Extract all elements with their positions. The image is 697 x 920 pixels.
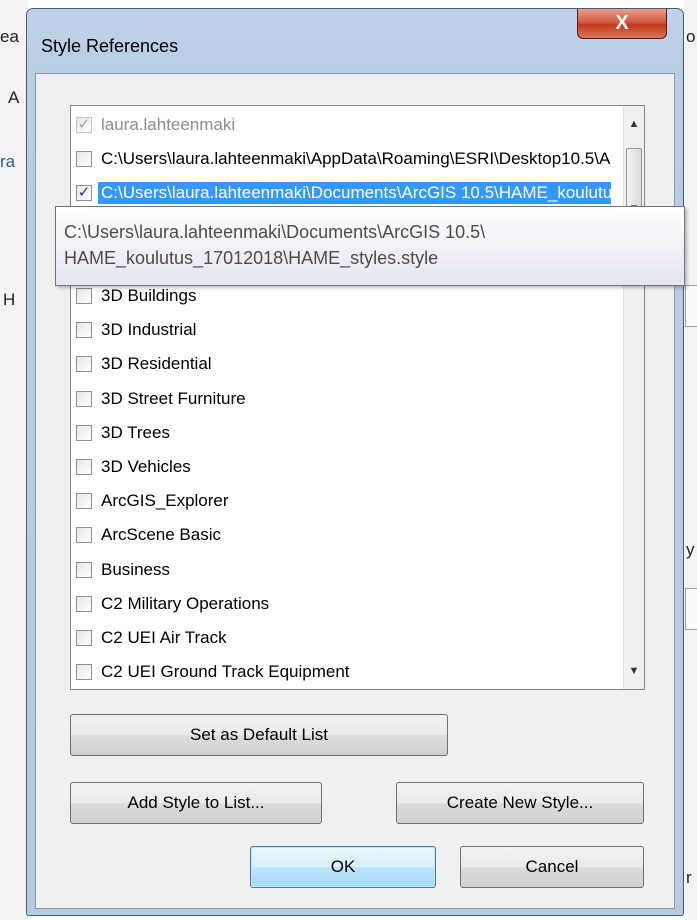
dialog-content: ▲ ▼ ✓ laura.lahteenmaki C:\Users\laura.lah… — [35, 73, 675, 909]
checkbox[interactable] — [76, 288, 92, 304]
tooltip-line: HAME_koulutus_17012018\HAME_styles.style — [64, 248, 439, 268]
checkbox[interactable] — [76, 493, 92, 510]
list-scrollbar[interactable]: ▲ ▼ — [623, 106, 644, 689]
checkbox[interactable] — [76, 561, 92, 578]
list-item-label: C2 UEI Ground Track Equipment — [101, 662, 350, 682]
background-app-left — [0, 0, 28, 920]
checkbox[interactable] — [76, 151, 92, 168]
list-item[interactable]: 3D Industrial — [71, 313, 611, 347]
checkbox[interactable] — [76, 459, 92, 475]
checkbox[interactable] — [76, 527, 92, 544]
checked-checkbox: ✓ — [76, 116, 92, 133]
background-app-right — [684, 0, 697, 920]
list-item-label: C2 UEI Air Track — [101, 628, 227, 647]
background-text-fragment: H — [3, 290, 16, 309]
close-icon: X — [615, 12, 629, 34]
checkbox[interactable] — [76, 322, 92, 339]
style-references-dialog: Style References X ▲ ▼ ✓ laura.lahteenmak… — [26, 8, 684, 916]
list-item-label: C2 Military Operations — [101, 593, 270, 613]
background-field — [685, 285, 697, 327]
list-item[interactable]: ArcScene Basic — [71, 518, 611, 552]
scroll-up-icon[interactable]: ▲ — [624, 114, 644, 134]
background-text-fragment: ea — [0, 27, 19, 46]
background-text-fragment: A — [8, 88, 20, 107]
checkbox[interactable] — [76, 595, 92, 612]
list-item[interactable]: Business — [71, 553, 611, 587]
list-item[interactable]: ArcGIS_Explorer — [71, 484, 611, 518]
background-text-fragment: ra — [0, 152, 16, 171]
checkbox[interactable] — [76, 390, 92, 407]
create-new-style-button[interactable]: Create New Style... — [396, 782, 644, 824]
background-field — [685, 588, 697, 630]
add-style-button[interactable]: Add Style to List... — [70, 782, 322, 824]
close-button[interactable]: X — [577, 9, 667, 39]
checkbox[interactable] — [76, 424, 92, 441]
checkbox[interactable] — [76, 664, 92, 681]
cancel-button[interactable]: Cancel — [460, 846, 644, 888]
list-item-label: 3D Industrial — [101, 320, 197, 340]
list-item[interactable]: 3D Vehicles — [71, 450, 611, 484]
list-item[interactable]: ✓ laura.lahteenmaki — [71, 108, 611, 142]
list-item[interactable]: C:\Users\laura.lahteenmaki\AppData\Roami… — [71, 142, 611, 176]
tooltip-line: C:\Users\laura.lahteenmaki\Documents\Arc… — [64, 222, 486, 242]
list-item-label: 3D Residential — [101, 354, 212, 374]
list-item-label: Business — [101, 559, 170, 579]
list-item[interactable]: 3D Residential — [71, 347, 611, 381]
list-item-label: C:\Users\laura.lahteenmaki\AppData\Roami… — [101, 149, 611, 169]
checkbox[interactable] — [76, 630, 92, 646]
list-item[interactable]: 3D Street Furniture — [71, 382, 611, 416]
ok-button[interactable]: OK — [250, 846, 436, 888]
list-item[interactable]: C2 UEI Ground Track Equipment — [71, 655, 611, 689]
list-item-label: 3D Street Furniture — [101, 388, 246, 408]
dialog-title: Style References — [41, 36, 179, 56]
scroll-down-icon[interactable]: ▼ — [624, 661, 644, 681]
list-item-label: ArcScene Basic — [101, 525, 221, 545]
list-item-label: laura.lahteenmaki — [101, 115, 236, 134]
path-tooltip: C:\Users\laura.lahteenmaki\Documents\Arc… — [55, 206, 685, 286]
list-item-label: 3D Vehicles — [101, 457, 191, 476]
list-item-label: 3D Trees — [101, 422, 170, 442]
style-list[interactable]: ▲ ▼ ✓ laura.lahteenmaki C:\Users\laura.lah… — [70, 105, 645, 690]
list-item-label: ArcGIS_Explorer — [101, 491, 229, 511]
list-item-label: C:\Users\laura.lahteenmaki\Documents\Arc… — [98, 182, 611, 205]
title-bar[interactable]: Style References X — [27, 9, 683, 79]
background-text-fragment: o — [686, 27, 696, 46]
list-item[interactable]: 3D Trees — [71, 416, 611, 450]
list-item[interactable]: C2 Military Operations — [71, 587, 611, 621]
background-text-fragment: r — [686, 868, 692, 887]
background-text-fragment: y — [686, 540, 695, 559]
set-default-list-button[interactable]: Set as Default List — [70, 714, 448, 756]
checkbox[interactable] — [76, 356, 92, 373]
list-item[interactable]: C2 UEI Air Track — [71, 621, 611, 655]
checked-checkbox[interactable]: ✓ — [76, 185, 92, 202]
list-item-label: 3D Buildings — [101, 286, 197, 305]
